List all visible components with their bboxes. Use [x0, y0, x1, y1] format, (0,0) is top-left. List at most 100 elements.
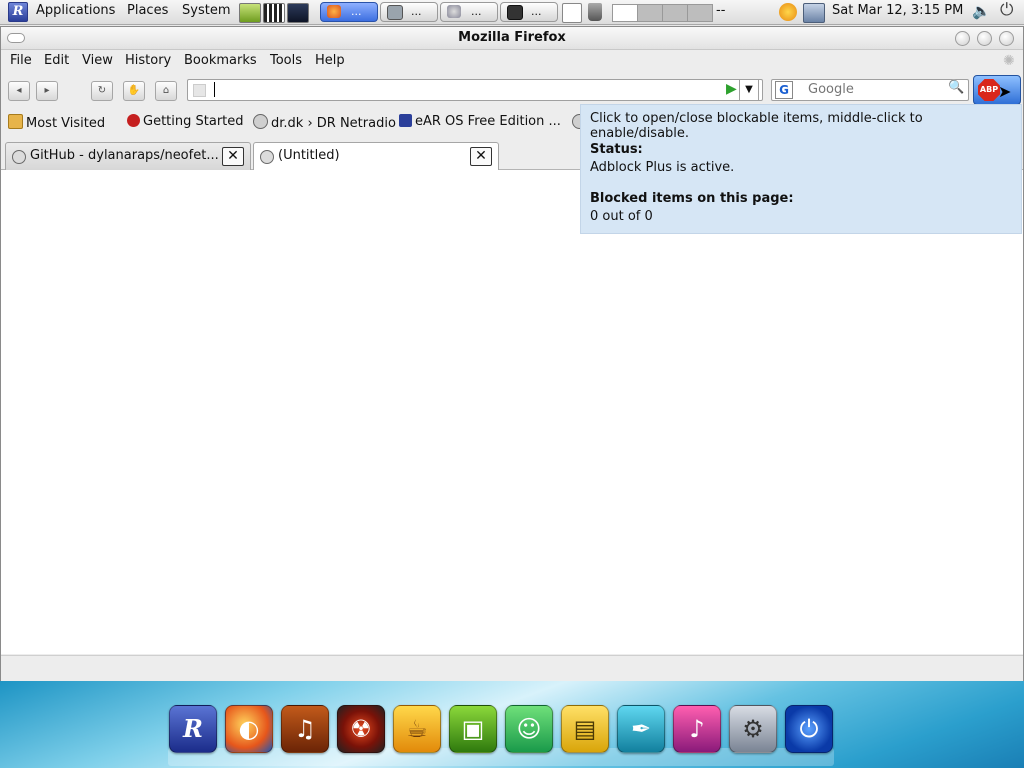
system-menu[interactable]: System — [182, 3, 230, 18]
terminal-launcher-icon[interactable] — [287, 3, 309, 23]
navigation-toolbar: ◂ ▸ ↻ ✋ ⌂ ▶ ▼ G 🔍 ABP ➤ — [1, 73, 1023, 107]
clock[interactable]: Sat Mar 12, 3:15 PM — [832, 3, 963, 18]
menubar: File Edit View History Bookmarks Tools H… — [1, 49, 1023, 71]
adblock-tooltip: Click to open/close blockable items, mid… — [580, 104, 1022, 234]
throbber-icon: ✺ — [1003, 53, 1015, 69]
bookmark-most-visited[interactable]: Most Visited — [8, 114, 105, 131]
task-weather[interactable]: ... — [440, 2, 498, 22]
tab-github[interactable]: GitHub - dylanaraps/neofet... ✕ — [5, 142, 251, 170]
globe-icon — [253, 114, 268, 129]
cloud-icon — [447, 5, 461, 18]
write-dock-icon[interactable]: ✒ — [617, 705, 665, 753]
terminal-icon — [507, 5, 523, 20]
url-dropdown-chevron-down-icon[interactable]: ▼ — [739, 79, 759, 101]
back-button[interactable]: ◂ — [8, 81, 30, 101]
tab-label: (Untitled) — [278, 148, 340, 163]
status-bar — [1, 655, 1023, 682]
url-bar[interactable]: ▶ — [187, 79, 763, 101]
messenger-dock-icon[interactable]: ☺ — [505, 705, 553, 753]
search-input[interactable] — [808, 81, 944, 97]
tooltip-hint: Click to open/close blockable items, mid… — [590, 111, 923, 141]
tooltip-status-heading: Status: — [590, 142, 643, 157]
update-notifier-icon[interactable] — [779, 3, 797, 21]
tab-untitled[interactable]: (Untitled) ✕ — [253, 142, 499, 171]
menu-help[interactable]: Help — [315, 53, 345, 68]
piano-launcher-icon[interactable] — [263, 3, 285, 23]
menu-tools[interactable]: Tools — [270, 53, 302, 68]
menu-view[interactable]: View — [82, 53, 113, 68]
task-firefox[interactable]: ... — [320, 2, 378, 22]
eagle-logo-icon[interactable]: R — [8, 2, 28, 22]
abp-stop-sign-icon: ABP — [978, 79, 1000, 101]
minimize-button[interactable] — [955, 31, 970, 46]
red-hat-icon — [127, 114, 140, 127]
task-terminal[interactable]: ... — [500, 2, 558, 22]
guitar-dock-icon[interactable]: ♫ — [281, 705, 329, 753]
task-label: ... — [531, 5, 542, 18]
menu-edit[interactable]: Edit — [44, 53, 69, 68]
tab-favicon-icon — [12, 150, 26, 164]
tab-favicon-icon — [260, 150, 274, 164]
ear-os-dock-icon[interactable]: R — [169, 705, 217, 753]
page-favicon-icon — [193, 84, 206, 97]
firefox-dock-icon[interactable]: ◐ — [225, 705, 273, 753]
trash-icon[interactable] — [588, 3, 602, 21]
titlebar: Mozilla Firefox — [1, 27, 1023, 50]
menu-history[interactable]: History — [125, 53, 171, 68]
show-desktop-icon[interactable] — [562, 3, 582, 23]
firefox-icon — [327, 5, 341, 18]
system-preferences-dock-icon[interactable]: ⚙ — [729, 705, 777, 753]
bookmark-dr-netradio[interactable]: dr.dk › DR Netradio — [253, 114, 396, 131]
places-menu[interactable]: Places — [127, 3, 168, 18]
task-label: ... — [471, 5, 482, 18]
close-button[interactable] — [999, 31, 1014, 46]
reload-button[interactable]: ↻ — [91, 81, 113, 101]
mouse-pointer-icon: ➤ — [998, 82, 1012, 101]
task-screenshot[interactable]: ... — [380, 2, 438, 22]
maximize-button[interactable] — [977, 31, 992, 46]
screenshot-icon — [387, 5, 403, 20]
ear-os-icon — [399, 114, 412, 127]
applications-menu[interactable]: Applications — [36, 3, 115, 18]
menu-bookmarks[interactable]: Bookmarks — [184, 53, 257, 68]
window-title: Mozilla Firefox — [458, 30, 566, 45]
go-arrow-icon[interactable]: ▶ — [726, 81, 737, 97]
tab-close-icon[interactable]: ✕ — [222, 147, 244, 166]
workspace-1[interactable] — [612, 4, 638, 22]
task-label: ... — [351, 5, 362, 18]
office-dock-icon[interactable]: ▤ — [561, 705, 609, 753]
folder-icon — [8, 114, 23, 129]
search-icon[interactable]: 🔍 — [948, 80, 964, 95]
text-caret — [214, 82, 215, 97]
google-engine-icon[interactable]: G — [775, 81, 793, 99]
burner-dock-icon[interactable]: ☢ — [337, 705, 385, 753]
tooltip-blocked-heading: Blocked items on this page: — [590, 191, 794, 206]
tooltip-blocked-text: 0 out of 0 — [590, 209, 653, 224]
forward-button[interactable]: ▸ — [36, 81, 58, 101]
top-panel: R Applications Places System ... ... ...… — [0, 0, 1024, 25]
java-dock-icon[interactable]: ☕ — [393, 705, 441, 753]
page-content[interactable] — [1, 170, 1023, 654]
volume-icon[interactable]: 🔈 — [972, 2, 991, 20]
tab-close-icon[interactable]: ✕ — [470, 147, 492, 166]
workspace-overflow: -- — [716, 3, 726, 18]
task-label: ... — [411, 5, 422, 18]
home-button[interactable]: ⌂ — [155, 81, 177, 101]
network-icon[interactable] — [803, 3, 825, 23]
workspace-2[interactable] — [637, 4, 663, 22]
search-box[interactable]: G 🔍 — [771, 79, 969, 101]
shutdown-dock-icon[interactable]: ⏻ — [785, 705, 833, 753]
bookmark-ear-os[interactable]: eAR OS Free Edition ... — [399, 114, 561, 129]
workspace-4[interactable] — [687, 4, 713, 22]
power-icon[interactable]: ⏻ — [1000, 0, 1013, 20]
stop-button[interactable]: ✋ — [123, 81, 145, 101]
tooltip-status-text: Adblock Plus is active. — [590, 160, 735, 175]
workspace-3[interactable] — [662, 4, 688, 22]
itunes-dock-icon[interactable]: ♪ — [673, 705, 721, 753]
adblock-plus-button[interactable]: ABP ➤ — [973, 75, 1021, 105]
image-viewer-dock-icon[interactable]: ▣ — [449, 705, 497, 753]
tab-label: GitHub - dylanaraps/neofet... — [30, 148, 219, 163]
system-monitor-launcher-icon[interactable] — [239, 3, 261, 23]
menu-file[interactable]: File — [10, 53, 32, 68]
bookmark-getting-started[interactable]: Getting Started — [127, 114, 244, 129]
